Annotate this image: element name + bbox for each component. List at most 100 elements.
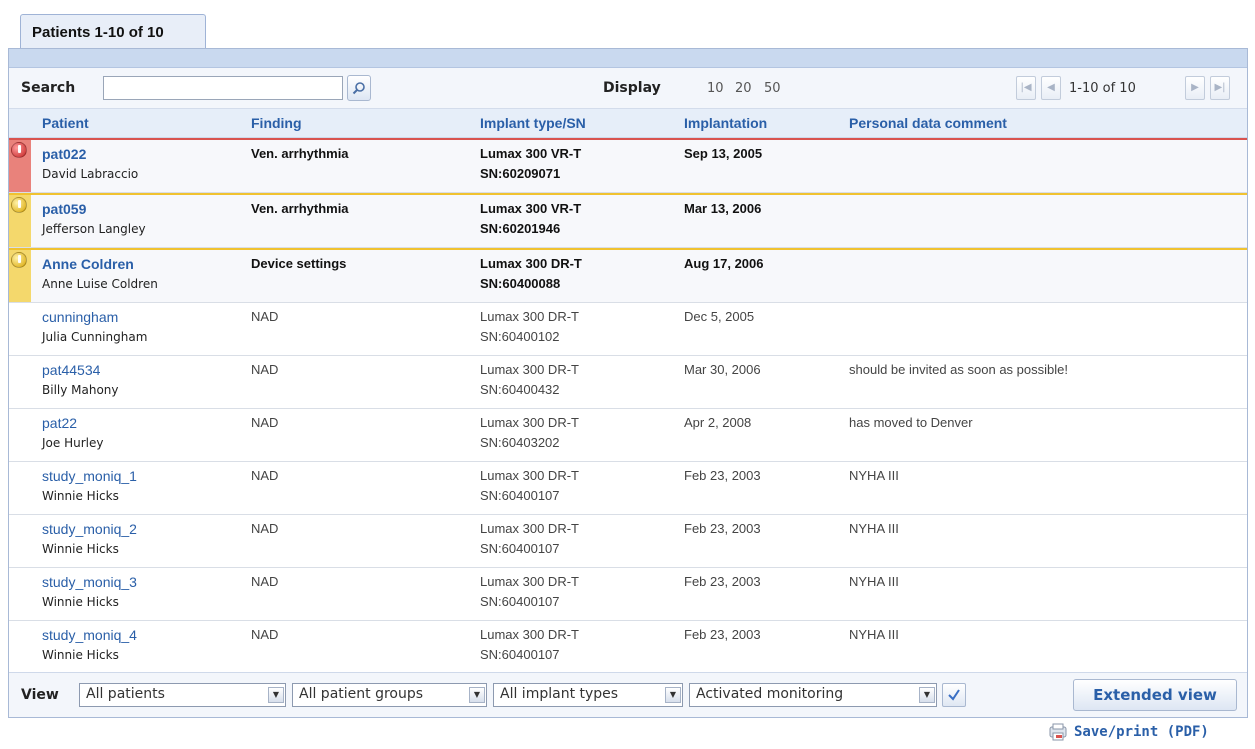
column-header-patient[interactable]: Patient xyxy=(42,115,89,131)
personal-data-comment: NYHA III xyxy=(849,521,899,536)
table-row[interactable]: study_moniq_2 Winnie Hicks NAD Lumax 300… xyxy=(9,515,1247,568)
implantation-date: Mar 13, 2006 xyxy=(684,201,762,216)
implant-cell: Lumax 300 DR-T SN:60400432 xyxy=(480,360,579,400)
alert-yellow-icon xyxy=(11,197,27,213)
implant-cell: Lumax 300 DR-T SN:60400107 xyxy=(480,519,579,559)
extended-view-button[interactable]: Extended view xyxy=(1073,679,1237,711)
display-option-50[interactable]: 50 xyxy=(764,81,781,96)
implant-type: Lumax 300 VR-T xyxy=(480,146,582,161)
implant-cell: Lumax 300 VR-T SN:60201946 xyxy=(480,199,581,239)
next-page-button[interactable]: ▶ xyxy=(1185,76,1205,100)
implant-cell: Lumax 300 DR-T SN:60400107 xyxy=(480,572,579,612)
apply-filter-button[interactable] xyxy=(942,683,966,707)
implant-type: Lumax 300 DR-T xyxy=(480,627,579,642)
prev-page-button[interactable]: ◀ xyxy=(1041,76,1061,100)
chevron-down-icon: ▼ xyxy=(919,687,935,703)
filter-patients-select[interactable]: All patients ▼ xyxy=(79,683,286,707)
patient-id-link[interactable]: pat22 xyxy=(42,413,103,433)
patient-cell: study_moniq_2 Winnie Hicks xyxy=(42,519,137,559)
implant-type: Lumax 300 VR-T xyxy=(480,201,582,216)
implant-sn: SN:60400102 xyxy=(480,329,560,344)
patient-id-link[interactable]: study_moniq_3 xyxy=(42,572,137,592)
finding-cell: Device settings xyxy=(251,256,347,271)
panel-top-bar xyxy=(9,49,1247,68)
alert-flag xyxy=(9,140,31,192)
implant-sn: SN:60400107 xyxy=(480,647,560,662)
filter-monitoring-select[interactable]: Activated monitoring ▼ xyxy=(689,683,937,707)
patient-id-link[interactable]: Anne Coldren xyxy=(42,254,158,274)
chevron-down-icon: ▼ xyxy=(665,687,681,703)
patient-name: Anne Luise Coldren xyxy=(42,277,158,291)
implant-cell: Lumax 300 DR-T SN:60400107 xyxy=(480,625,579,665)
implant-sn: SN:60400432 xyxy=(480,382,560,397)
implantation-date: Apr 2, 2008 xyxy=(684,415,752,430)
patient-cell: pat059 Jefferson Langley xyxy=(42,199,146,239)
finding-cell: NAD xyxy=(251,468,279,483)
first-page-icon: |◀ xyxy=(1020,82,1032,93)
table-row[interactable]: study_moniq_1 Winnie Hicks NAD Lumax 300… xyxy=(9,462,1247,515)
column-header-comment[interactable]: Personal data comment xyxy=(849,115,1007,131)
alert-yellow-icon xyxy=(11,252,27,268)
patient-cell: study_moniq_4 Winnie Hicks xyxy=(42,625,137,665)
patient-cell: study_moniq_3 Winnie Hicks xyxy=(42,572,137,612)
patient-id-link[interactable]: study_moniq_4 xyxy=(42,625,137,645)
table-row[interactable]: study_moniq_3 Winnie Hicks NAD Lumax 300… xyxy=(9,568,1247,621)
tab-patients[interactable]: Patients 1-10 of 10 xyxy=(20,14,206,50)
chevron-down-icon: ▼ xyxy=(469,687,485,703)
alert-red-icon xyxy=(11,142,27,158)
implant-cell: Lumax 300 DR-T SN:60403202 xyxy=(480,413,579,453)
alert-flag xyxy=(9,195,31,247)
toolbar: Search Display 10 20 50 |◀ ◀ 1-10 of 10 … xyxy=(9,68,1247,109)
personal-data-comment: NYHA III xyxy=(849,627,899,642)
personal-data-comment: has moved to Denver xyxy=(849,415,973,430)
implantation-date: Feb 23, 2003 xyxy=(684,627,761,642)
implant-type: Lumax 300 DR-T xyxy=(480,574,579,589)
patient-name: Jefferson Langley xyxy=(42,222,146,236)
save-print-pdf-link[interactable]: Save/print (PDF) xyxy=(1074,724,1209,740)
patient-id-link[interactable]: study_moniq_2 xyxy=(42,519,137,539)
table-row[interactable]: cunningham Julia Cunningham NAD Lumax 30… xyxy=(9,303,1247,356)
patient-cell: pat022 David Labraccio xyxy=(42,144,138,184)
table-row[interactable]: pat22 Joe Hurley NAD Lumax 300 DR-T SN:6… xyxy=(9,409,1247,462)
table-row[interactable]: pat022 David Labraccio Ven. arrhythmia L… xyxy=(9,138,1247,193)
implantation-date: Sep 13, 2005 xyxy=(684,146,763,161)
filter-groups-select[interactable]: All patient groups ▼ xyxy=(292,683,487,707)
patient-name: Winnie Hicks xyxy=(42,542,119,556)
view-label: View xyxy=(21,687,59,703)
implant-type: Lumax 300 DR-T xyxy=(480,468,579,483)
implant-cell: Lumax 300 DR-T SN:60400107 xyxy=(480,466,579,506)
search-input[interactable] xyxy=(103,76,343,100)
patient-cell: Anne Coldren Anne Luise Coldren xyxy=(42,254,158,294)
table-row[interactable]: study_moniq_4 Winnie Hicks NAD Lumax 300… xyxy=(9,621,1247,674)
table-header: Patient Finding Implant type/SN Implanta… xyxy=(9,109,1247,138)
column-header-finding[interactable]: Finding xyxy=(251,115,302,131)
personal-data-comment: NYHA III xyxy=(849,468,899,483)
last-page-button[interactable]: ▶| xyxy=(1210,76,1230,100)
table-row[interactable]: Anne Coldren Anne Luise Coldren Device s… xyxy=(9,248,1247,303)
implant-type: Lumax 300 DR-T xyxy=(480,521,579,536)
column-header-implant[interactable]: Implant type/SN xyxy=(480,115,586,131)
display-option-10[interactable]: 10 xyxy=(707,81,724,96)
patient-id-link[interactable]: cunningham xyxy=(42,307,147,327)
column-header-implantation[interactable]: Implantation xyxy=(684,115,767,131)
patient-id-link[interactable]: pat022 xyxy=(42,144,138,164)
display-option-20[interactable]: 20 xyxy=(735,81,752,96)
patient-id-link[interactable]: pat44534 xyxy=(42,360,119,380)
search-icon xyxy=(352,82,365,95)
table-row[interactable]: pat059 Jefferson Langley Ven. arrhythmia… xyxy=(9,193,1247,248)
patient-id-link[interactable]: study_moniq_1 xyxy=(42,466,137,486)
implant-type: Lumax 300 DR-T xyxy=(480,309,579,324)
implant-sn: SN:60400107 xyxy=(480,594,560,609)
patient-name: Winnie Hicks xyxy=(42,489,119,503)
filter-implant-types-select[interactable]: All implant types ▼ xyxy=(493,683,683,707)
implant-sn: SN:60209071 xyxy=(480,166,561,181)
patient-id-link[interactable]: pat059 xyxy=(42,199,146,219)
table-row[interactable]: pat44534 Billy Mahony NAD Lumax 300 DR-T… xyxy=(9,356,1247,409)
implantation-date: Aug 17, 2006 xyxy=(684,256,764,271)
table-body: pat022 David Labraccio Ven. arrhythmia L… xyxy=(9,138,1247,674)
finding-cell: NAD xyxy=(251,521,279,536)
finding-cell: NAD xyxy=(251,309,279,324)
implantation-date: Feb 23, 2003 xyxy=(684,574,761,589)
search-button[interactable] xyxy=(347,75,371,101)
first-page-button[interactable]: |◀ xyxy=(1016,76,1036,100)
